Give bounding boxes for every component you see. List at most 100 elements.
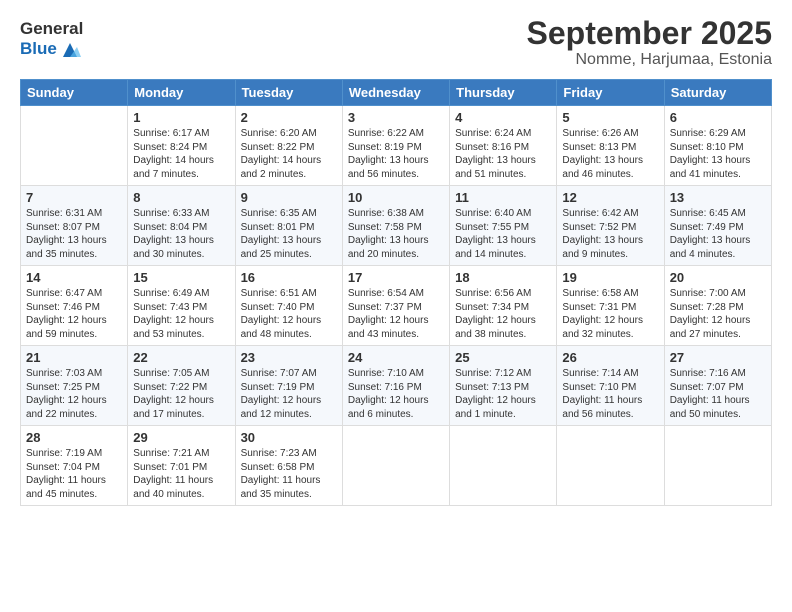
day-number: 6 <box>670 110 766 125</box>
day-info: Sunrise: 6:40 AM Sunset: 7:55 PM Dayligh… <box>455 207 551 261</box>
location-title: Nomme, Harjumaa, Estonia <box>527 51 772 69</box>
day-number: 22 <box>133 350 229 365</box>
table-row: 27 Sunrise: 7:16 AM Sunset: 7:07 PM Dayli… <box>664 346 771 426</box>
day-number: 27 <box>670 350 766 365</box>
day-number: 3 <box>348 110 444 125</box>
logo-blue: Blue <box>20 40 57 59</box>
day-info: Sunrise: 7:07 AM Sunset: 7:19 PM Dayligh… <box>241 367 337 421</box>
day-number: 4 <box>455 110 551 125</box>
header: General Blue September 2025 Nomme, Harju… <box>20 16 772 69</box>
logo-general: General <box>20 20 83 39</box>
day-info: Sunrise: 7:10 AM Sunset: 7:16 PM Dayligh… <box>348 367 444 421</box>
table-row: 16 Sunrise: 6:51 AM Sunset: 7:40 PM Dayli… <box>235 266 342 346</box>
day-number: 17 <box>348 270 444 285</box>
day-info: Sunrise: 7:23 AM Sunset: 6:58 PM Dayligh… <box>241 447 337 501</box>
table-row: 25 Sunrise: 7:12 AM Sunset: 7:13 PM Dayli… <box>450 346 557 426</box>
day-info: Sunrise: 6:26 AM Sunset: 8:13 PM Dayligh… <box>562 127 658 181</box>
day-info: Sunrise: 7:03 AM Sunset: 7:25 PM Dayligh… <box>26 367 122 421</box>
calendar-week-4: 21Sunrise: 7:03 AM Sunset: 7:25 PM Dayli… <box>21 346 772 426</box>
day-number: 15 <box>133 270 229 285</box>
day-number: 23 <box>241 350 337 365</box>
table-row: 15 Sunrise: 6:49 AM Sunset: 7:43 PM Dayli… <box>128 266 235 346</box>
day-info: Sunrise: 6:24 AM Sunset: 8:16 PM Dayligh… <box>455 127 551 181</box>
logo: General Blue <box>20 20 83 61</box>
table-row: 29Sunrise: 7:21 AM Sunset: 7:01 PM Dayli… <box>128 426 235 506</box>
day-info: Sunrise: 7:16 AM Sunset: 7:07 PM Dayligh… <box>670 367 766 421</box>
col-tuesday: Tuesday <box>235 80 342 106</box>
table-row: 23 Sunrise: 7:07 AM Sunset: 7:19 PM Dayli… <box>235 346 342 426</box>
day-info: Sunrise: 6:38 AM Sunset: 7:58 PM Dayligh… <box>348 207 444 261</box>
day-info: Sunrise: 7:21 AM Sunset: 7:01 PM Dayligh… <box>133 447 229 501</box>
day-number: 8 <box>133 190 229 205</box>
day-info: Sunrise: 6:54 AM Sunset: 7:37 PM Dayligh… <box>348 287 444 341</box>
table-row: 7Sunrise: 6:31 AM Sunset: 8:07 PM Daylig… <box>21 186 128 266</box>
day-info: Sunrise: 6:58 AM Sunset: 7:31 PM Dayligh… <box>562 287 658 341</box>
table-row: 28 Sunrise: 7:19 AM Sunset: 7:04 PM Dayli… <box>21 426 128 506</box>
day-info: Sunrise: 6:33 AM Sunset: 8:04 PM Dayligh… <box>133 207 229 261</box>
table-row: 24 Sunrise: 7:10 AM Sunset: 7:16 PM Dayli… <box>342 346 449 426</box>
day-number: 7 <box>26 190 122 205</box>
table-row: 2 Sunrise: 6:20 AM Sunset: 8:22 PM Daylig… <box>235 106 342 186</box>
logo-text: General Blue <box>20 20 83 61</box>
day-number: 9 <box>241 190 337 205</box>
table-row <box>450 426 557 506</box>
table-row: 6Sunrise: 6:29 AM Sunset: 8:10 PM Daylig… <box>664 106 771 186</box>
day-info: Sunrise: 6:49 AM Sunset: 7:43 PM Dayligh… <box>133 287 229 341</box>
table-row: 12Sunrise: 6:42 AM Sunset: 7:52 PM Dayli… <box>557 186 664 266</box>
day-number: 2 <box>241 110 337 125</box>
table-row: 5 Sunrise: 6:26 AM Sunset: 8:13 PM Daylig… <box>557 106 664 186</box>
logo-icon <box>59 39 81 61</box>
table-row <box>664 426 771 506</box>
day-number: 1 <box>133 110 229 125</box>
table-row: 14Sunrise: 6:47 AM Sunset: 7:46 PM Dayli… <box>21 266 128 346</box>
day-number: 19 <box>562 270 658 285</box>
calendar-week-1: 1 Sunrise: 6:17 AM Sunset: 8:24 PM Daylig… <box>21 106 772 186</box>
calendar-week-5: 28 Sunrise: 7:19 AM Sunset: 7:04 PM Dayli… <box>21 426 772 506</box>
month-title: September 2025 <box>527 16 772 51</box>
day-number: 28 <box>26 430 122 445</box>
day-info: Sunrise: 6:51 AM Sunset: 7:40 PM Dayligh… <box>241 287 337 341</box>
day-number: 10 <box>348 190 444 205</box>
day-number: 18 <box>455 270 551 285</box>
day-info: Sunrise: 6:56 AM Sunset: 7:34 PM Dayligh… <box>455 287 551 341</box>
day-info: Sunrise: 7:19 AM Sunset: 7:04 PM Dayligh… <box>26 447 122 501</box>
table-row <box>342 426 449 506</box>
day-number: 24 <box>348 350 444 365</box>
col-wednesday: Wednesday <box>342 80 449 106</box>
table-row: 13Sunrise: 6:45 AM Sunset: 7:49 PM Dayli… <box>664 186 771 266</box>
day-info: Sunrise: 7:12 AM Sunset: 7:13 PM Dayligh… <box>455 367 551 421</box>
day-number: 5 <box>562 110 658 125</box>
table-row: 17 Sunrise: 6:54 AM Sunset: 7:37 PM Dayli… <box>342 266 449 346</box>
title-area: September 2025 Nomme, Harjumaa, Estonia <box>527 16 772 69</box>
day-info: Sunrise: 6:45 AM Sunset: 7:49 PM Dayligh… <box>670 207 766 261</box>
day-info: Sunrise: 6:20 AM Sunset: 8:22 PM Dayligh… <box>241 127 337 181</box>
day-number: 16 <box>241 270 337 285</box>
table-row: 3Sunrise: 6:22 AM Sunset: 8:19 PM Daylig… <box>342 106 449 186</box>
table-row: 21Sunrise: 7:03 AM Sunset: 7:25 PM Dayli… <box>21 346 128 426</box>
day-info: Sunrise: 7:14 AM Sunset: 7:10 PM Dayligh… <box>562 367 658 421</box>
day-info: Sunrise: 7:05 AM Sunset: 7:22 PM Dayligh… <box>133 367 229 421</box>
table-row: 18 Sunrise: 6:56 AM Sunset: 7:34 PM Dayli… <box>450 266 557 346</box>
day-info: Sunrise: 6:35 AM Sunset: 8:01 PM Dayligh… <box>241 207 337 261</box>
table-row: 11 Sunrise: 6:40 AM Sunset: 7:55 PM Dayli… <box>450 186 557 266</box>
day-number: 14 <box>26 270 122 285</box>
day-info: Sunrise: 6:17 AM Sunset: 8:24 PM Dayligh… <box>133 127 229 181</box>
page-container: General Blue September 2025 Nomme, Harju… <box>0 0 792 516</box>
col-saturday: Saturday <box>664 80 771 106</box>
table-row: 1 Sunrise: 6:17 AM Sunset: 8:24 PM Daylig… <box>128 106 235 186</box>
table-row: 30 Sunrise: 7:23 AM Sunset: 6:58 PM Dayli… <box>235 426 342 506</box>
table-row: 8 Sunrise: 6:33 AM Sunset: 8:04 PM Daylig… <box>128 186 235 266</box>
table-row: 9 Sunrise: 6:35 AM Sunset: 8:01 PM Daylig… <box>235 186 342 266</box>
day-number: 30 <box>241 430 337 445</box>
table-row: 22 Sunrise: 7:05 AM Sunset: 7:22 PM Dayli… <box>128 346 235 426</box>
col-sunday: Sunday <box>21 80 128 106</box>
day-number: 25 <box>455 350 551 365</box>
calendar-header-row: Sunday Monday Tuesday Wednesday Thursday… <box>21 80 772 106</box>
col-thursday: Thursday <box>450 80 557 106</box>
table-row <box>21 106 128 186</box>
day-number: 26 <box>562 350 658 365</box>
col-friday: Friday <box>557 80 664 106</box>
day-number: 12 <box>562 190 658 205</box>
table-row: 19 Sunrise: 6:58 AM Sunset: 7:31 PM Dayli… <box>557 266 664 346</box>
day-number: 11 <box>455 190 551 205</box>
